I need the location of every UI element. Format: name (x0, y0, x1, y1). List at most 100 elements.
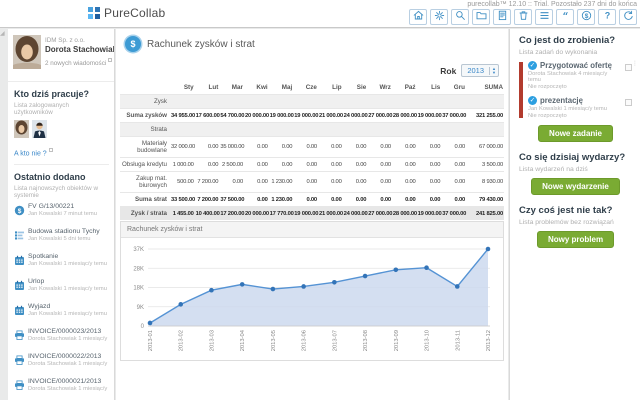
year-select[interactable]: 2013 ▲ ▼ (461, 64, 499, 77)
undo-icon-button[interactable] (619, 9, 637, 25)
page-title: Rachunek zysków i strat (147, 38, 255, 50)
woman-avatar[interactable] (14, 120, 29, 143)
invoices-icon-button[interactable] (493, 9, 511, 25)
profit-loss-chart[interactable]: 0 9K 18K 28K 37K 2013-01 2013-02 2013-03 2013-04… (121, 238, 503, 360)
events-subtitle: Lista wydarzeń na dziś (519, 166, 588, 173)
help-icon-button[interactable]: ? (598, 9, 616, 25)
who-not-icon (48, 148, 53, 152)
cell-value: 24 000.00 (342, 206, 368, 220)
year-spinner-icon[interactable]: ▲ ▼ (489, 66, 498, 75)
table-row-zysk: Zysk (120, 94, 504, 109)
cell-value: 0.00 (367, 157, 392, 172)
task-item[interactable]: ✓ prezentację Jan Kowalski 1 miesiąc/y tem… (528, 96, 632, 119)
cell-value: 0.00 (243, 171, 269, 193)
column-header: Cze (305, 84, 317, 91)
chart-title: Rachunek zysków i strat (121, 222, 503, 238)
cell-value (170, 122, 195, 137)
settings-icon-button[interactable] (430, 9, 448, 25)
task-title[interactable]: prezentację (540, 96, 583, 105)
recent-item-meta: Jan Kowalski 1 miesiąc/y temu (28, 286, 107, 293)
chart-svg[interactable]: 0 9K 18K 28K 37K 2013-01 2013-02 2013-03 2013-04… (121, 239, 497, 355)
table-row-suma-strat: Suma strat 33 500.00 7 200.00 37 500.00 0.00… (120, 192, 504, 207)
invoices-icon (497, 8, 508, 26)
recent-item[interactable]: INVOICE/0000021/2013 Dorota Stachowiak 1 … (14, 378, 109, 396)
cell-value: 0.00 (441, 171, 466, 193)
logo-icon (88, 7, 100, 19)
new-task-button[interactable]: Nowe zadanie (538, 125, 613, 142)
cell-value (243, 94, 269, 109)
trash-icon-button[interactable] (514, 9, 532, 25)
search-icon-button[interactable] (451, 9, 469, 25)
problems-subtitle: Lista problemów bez rozwiązań (519, 219, 614, 226)
list-icon-button[interactable] (535, 9, 553, 25)
column-header: Lip (332, 84, 342, 91)
table-header-row: Sty Lut Mar Kwi Maj Cze Lip Sie Wrz Paź Lis Gru SUMA (120, 82, 504, 95)
cell-value: 20 000.00 (243, 108, 269, 123)
recent-item[interactable]: $ FV G/13/00221 Jan Kowalski 7 minut temu (14, 203, 109, 221)
new-event-button[interactable]: Nowe wydarzenie (531, 178, 620, 195)
cell-value: 54 700.00 (219, 108, 245, 123)
column-header: Maj (281, 84, 293, 91)
row-label: Suma zysków (120, 108, 170, 123)
column-header: Mar (231, 84, 243, 91)
task-item[interactable]: ✓ Przygotować ofertę Dorota Stachowiak 4 m… (528, 61, 632, 90)
recent-item[interactable]: Budowa stadionu Tychy Jan Kowalski 5 dni … (14, 228, 109, 246)
cell-value: 17 200.00 (219, 206, 245, 220)
recent-item[interactable]: INVOICE/0000022/2013 Dorota Stachowiak 1 … (14, 353, 109, 371)
cell-value: 21 000.00 (317, 108, 343, 123)
avatar[interactable] (13, 35, 41, 74)
quotes-icon-button[interactable]: “ (556, 9, 574, 25)
printer-icon (14, 378, 25, 396)
cell-value: 0.00 (293, 157, 318, 172)
cell-value: 241 825.00 (466, 206, 504, 220)
folder-icon-button[interactable] (472, 9, 490, 25)
new-messages-link[interactable]: 2 nowych wiadomości (45, 58, 113, 67)
cell-value: 0.00 (367, 136, 392, 158)
svg-text:28K: 28K (133, 266, 144, 272)
cell-value: 17 600.00 (194, 108, 220, 123)
cell-value: 0.00 (342, 136, 368, 158)
man-avatar[interactable] (32, 120, 47, 143)
cell-value: 0.00 (219, 171, 244, 193)
task-status: Nie rozpoczęto (528, 84, 567, 90)
who-works-subtitle: Lista zalogowanych użytkowników (14, 102, 69, 116)
recent-item-title: INVOICE/0000022/2013 (28, 353, 102, 361)
cell-value: 0.00 (317, 192, 343, 207)
recent-item-title: INVOICE/0000021/2013 (28, 378, 102, 386)
panel-resize-handle[interactable]: ⋮ (632, 60, 638, 67)
cell-value: 7 200.00 (194, 192, 220, 207)
cell-value: 0.00 (342, 171, 368, 193)
year-label: Rok (440, 65, 457, 76)
recent-item-meta: Dorota Stachowiak 1 miesiąc/y temu (28, 336, 109, 343)
svg-text:9K: 9K (137, 305, 144, 311)
cell-value (268, 122, 294, 137)
recent-item[interactable]: Urlop Jan Kowalski 1 miesiąc/y temu (14, 278, 109, 296)
recent-item[interactable]: INVOICE/0000023/2013 Dorota Stachowiak 1 … (14, 328, 109, 346)
task-done-checkbox[interactable] (625, 99, 632, 106)
cell-value: 0.00 (391, 192, 417, 207)
problems-title: Czy coś jest nie tak? (519, 205, 613, 216)
new-problem-button[interactable]: Nowy problem (536, 231, 615, 248)
finance-icon-button[interactable]: $ (577, 9, 595, 25)
task-list: ✓ Przygotować ofertę Dorota Stachowiak 4 m… (519, 61, 632, 119)
app-logo[interactable]: PureCollab (88, 6, 165, 20)
recent-item[interactable]: Spotkanie Jan Kowalski 1 miesiąc/y temu (14, 253, 109, 271)
cell-value: 19 000.00 (416, 108, 442, 123)
profile-card[interactable]: IDM Sp. z o.o. Dorota Stachowiak 2 nowyc… (8, 29, 114, 82)
cell-value: 0.00 (391, 157, 417, 172)
cell-value (293, 94, 318, 109)
home-icon-button[interactable] (409, 9, 427, 25)
table-row-obs-uga-kredytu: Obsługa kredytu 1 000.00 0.00 2 500.00 0.00 0… (120, 157, 504, 172)
svg-text:2013-08: 2013-08 (363, 330, 369, 351)
recent-item[interactable]: Wyjazd Jan Kowalski 1 miesiąc/y temu (14, 303, 109, 321)
cell-value (342, 94, 368, 109)
cell-value: 1 000.00 (170, 157, 195, 172)
chart-panel: Rachunek zysków i strat 0 9K 18K 28K 37K 2013… (120, 221, 504, 361)
who-not-link[interactable]: A kto nie ? (14, 148, 109, 157)
cell-value (367, 94, 392, 109)
task-done-checkbox[interactable] (625, 64, 632, 71)
task-status: Nie rozpoczęto (528, 113, 567, 119)
sidebar-resize-handle[interactable]: ◢ (0, 30, 5, 37)
task-title[interactable]: Przygotować ofertę (540, 61, 612, 70)
cell-value: 3 500.00 (466, 157, 504, 172)
